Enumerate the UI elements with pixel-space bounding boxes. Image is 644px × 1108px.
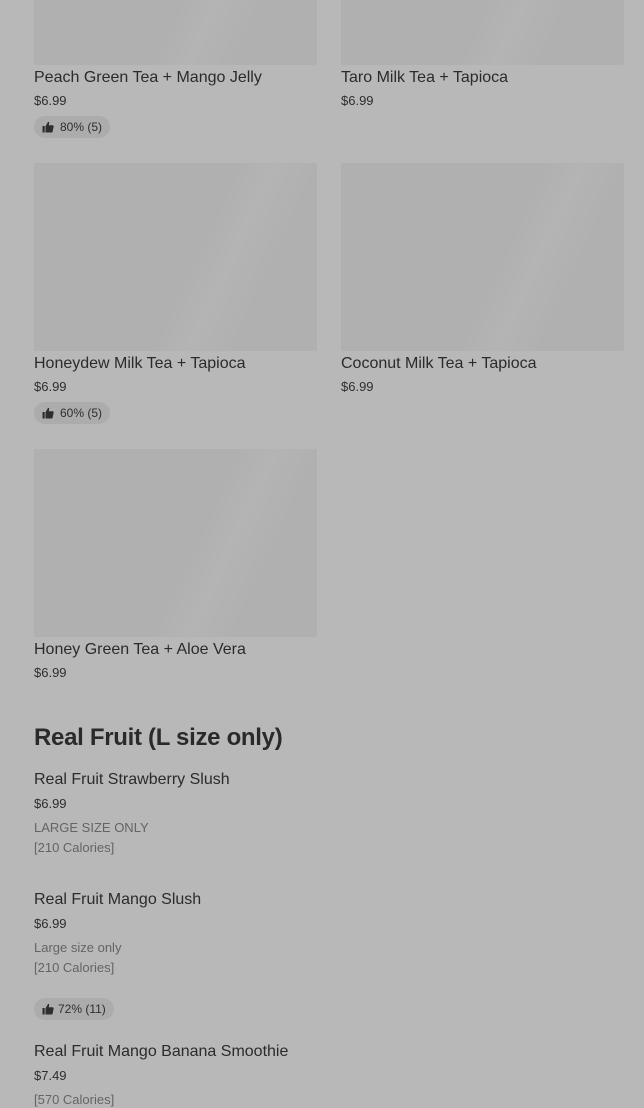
item-price: $6.99 xyxy=(34,379,67,394)
item-image[interactable] xyxy=(34,449,317,637)
item-price: $6.99 xyxy=(34,916,67,931)
item-price: $7.49 xyxy=(34,1068,67,1083)
item-image[interactable] xyxy=(341,0,624,65)
item-name: Real Fruit Mango Slush xyxy=(34,891,202,908)
item-name: Taro Milk Tea + Tapioca xyxy=(341,69,509,86)
item-name: Honey Green Tea + Aloe Vera xyxy=(34,641,246,658)
item-calories: [210 Calories] xyxy=(34,840,115,855)
item-image[interactable] xyxy=(34,163,317,351)
thumbs-up-icon xyxy=(42,407,54,419)
item-price: $6.99 xyxy=(341,379,374,394)
thumbs-up-icon xyxy=(42,1003,54,1015)
item-price: $6.99 xyxy=(341,93,374,108)
rating-text: 80% (5) xyxy=(60,120,103,134)
item-image[interactable] xyxy=(34,0,317,65)
item-calories: [210 Calories] xyxy=(34,960,115,975)
item-description: LARGE SIZE ONLY xyxy=(34,820,149,835)
item-description: Large size only xyxy=(34,940,122,955)
list-item[interactable]: Real Fruit Mango Banana Smoothie $7.49 [… xyxy=(34,1042,624,1107)
item-price: $6.99 xyxy=(34,93,67,108)
item-name: Coconut Milk Tea + Tapioca xyxy=(341,355,537,372)
rating-text: 60% (5) xyxy=(60,406,103,420)
item-image[interactable] xyxy=(341,163,624,351)
rating-badge: 80% (5) xyxy=(34,116,111,138)
item-name: Real Fruit Strawberry Slush xyxy=(34,771,230,788)
item-calories: [570 Calories] xyxy=(34,1092,115,1107)
item-name: Peach Green Tea + Mango Jelly xyxy=(34,69,262,86)
rating-text: 72% (11) xyxy=(58,1002,106,1016)
rating-badge: 72% (11) xyxy=(34,998,114,1020)
thumbs-up-icon xyxy=(42,121,54,133)
rating-badge: 60% (5) xyxy=(34,402,111,424)
item-name: Real Fruit Mango Banana Smoothie xyxy=(34,1043,289,1060)
section-title: Real Fruit (L size only) xyxy=(34,724,283,751)
item-price: $6.99 xyxy=(34,796,67,811)
item-name: Honeydew Milk Tea + Tapioca xyxy=(34,355,246,372)
list-item[interactable]: Real Fruit Strawberry Slush $6.99 LARGE … xyxy=(34,770,624,870)
list-item[interactable]: Real Fruit Mango Slush $6.99 Large size … xyxy=(34,890,624,1020)
item-price: $6.99 xyxy=(34,665,67,680)
